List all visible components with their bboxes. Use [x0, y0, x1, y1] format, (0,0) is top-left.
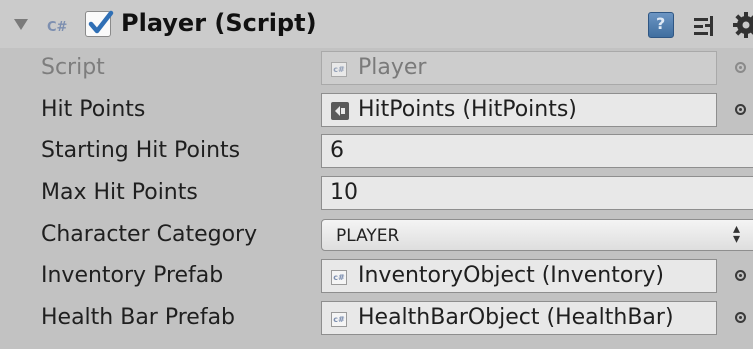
checkmark-icon: [88, 10, 114, 34]
gear-icon[interactable]: [731, 10, 753, 40]
inventory-prefab-label: Inventory Prefab: [41, 263, 224, 289]
scriptable-object-icon: [331, 101, 349, 120]
health-bar-prefab-label: Health Bar Prefab: [41, 305, 236, 331]
hit-points-value: HitPoints (HitPoints): [358, 96, 577, 122]
csharp-file-icon: c#: [331, 62, 347, 77]
csharp-script-icon: C#: [47, 20, 68, 35]
character-category-row: Character Category PLAYER ▴ ▾: [0, 215, 753, 257]
preset-icon[interactable]: [692, 14, 718, 38]
property-list: Script c# Player Hit Points HitPoints (H…: [0, 48, 753, 340]
starting-hit-points-label: Starting Hit Points: [41, 138, 241, 164]
max-hit-points-value: 10: [330, 180, 358, 206]
csharp-file-icon: c#: [331, 270, 347, 286]
script-label: Script: [41, 55, 105, 80]
health-bar-prefab-field[interactable]: c# HealthBarObject (HealthBar): [321, 301, 717, 336]
enable-checkbox[interactable]: [85, 10, 114, 37]
starting-hit-points-input[interactable]: 6: [321, 134, 753, 169]
inventory-prefab-value: InventoryObject (Inventory): [358, 263, 664, 289]
script-row: Script c# Player: [0, 48, 753, 90]
component-title: Player (Script): [121, 9, 317, 37]
starting-hit-points-row: Starting Hit Points 6: [0, 131, 753, 173]
csharp-file-icon: c#: [331, 312, 347, 328]
object-picker-icon[interactable]: [735, 270, 746, 282]
help-icon[interactable]: [648, 12, 674, 38]
max-hit-points-input[interactable]: 10: [321, 176, 753, 211]
script-value: Player: [358, 55, 427, 80]
character-category-dropdown[interactable]: PLAYER ▴ ▾: [321, 218, 753, 251]
fold-arrow-icon[interactable]: [14, 19, 28, 30]
starting-hit-points-value: 6: [330, 138, 344, 164]
object-picker-icon[interactable]: [735, 312, 746, 324]
character-category-label: Character Category: [41, 221, 258, 247]
dropdown-arrows-icon: ▴ ▾: [733, 220, 741, 247]
component-header: C# Player (Script): [0, 0, 753, 48]
inventory-prefab-row: Inventory Prefab c# InventoryObject (Inv…: [0, 256, 753, 298]
hit-points-field[interactable]: HitPoints (HitPoints): [321, 92, 717, 127]
object-picker-icon: [735, 62, 746, 73]
hit-points-row: Hit Points HitPoints (HitPoints): [0, 90, 753, 132]
max-hit-points-label: Max Hit Points: [41, 180, 198, 206]
hit-points-label: Hit Points: [41, 96, 146, 122]
character-category-value: PLAYER: [336, 225, 400, 246]
max-hit-points-row: Max Hit Points 10: [0, 173, 753, 215]
health-bar-prefab-value: HealthBarObject (HealthBar): [358, 305, 674, 331]
script-field: c# Player: [321, 51, 717, 85]
inventory-prefab-field[interactable]: c# InventoryObject (Inventory): [321, 259, 717, 294]
object-picker-icon[interactable]: [735, 103, 746, 115]
health-bar-prefab-row: Health Bar Prefab c# HealthBarObject (He…: [0, 298, 753, 340]
